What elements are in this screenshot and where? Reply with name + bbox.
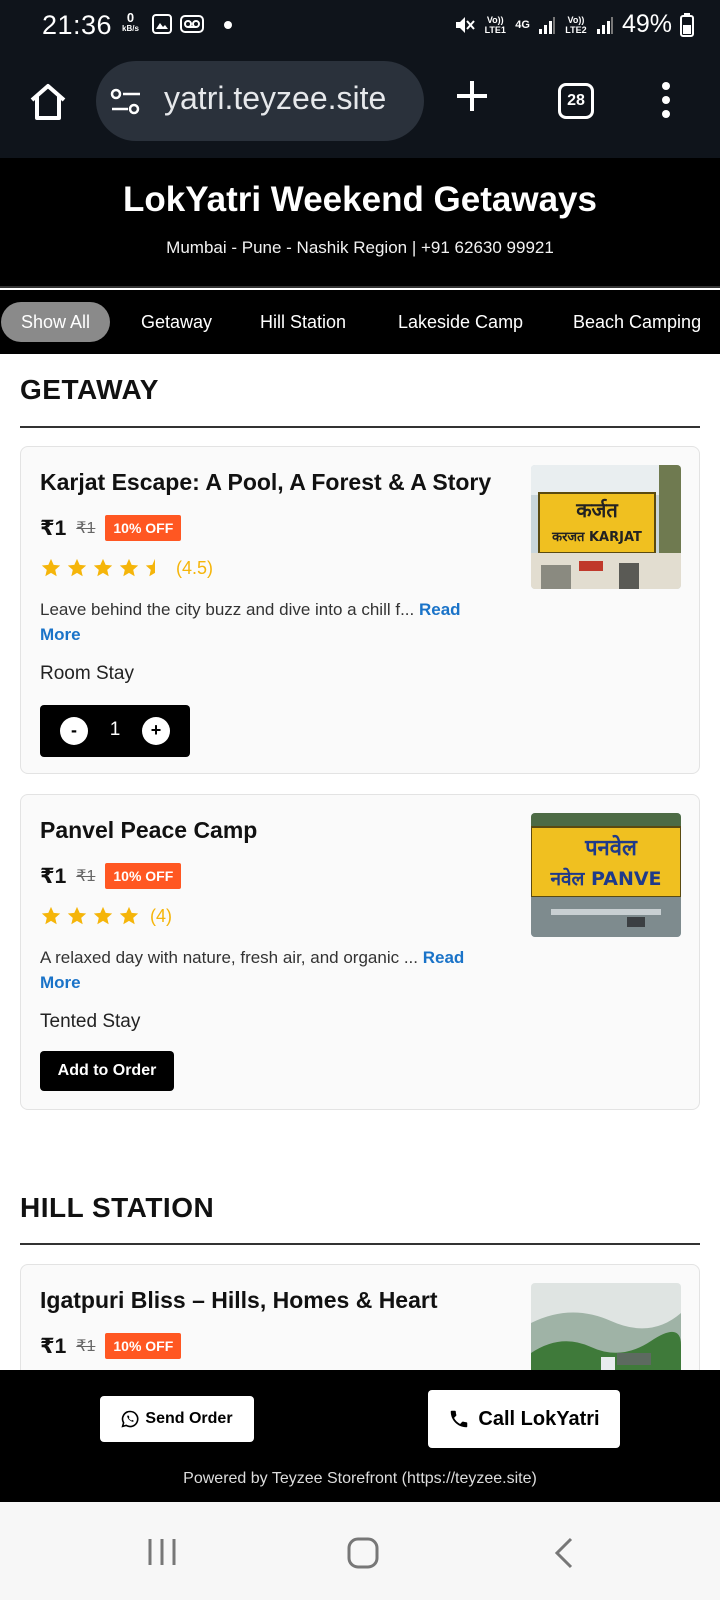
powered-by-text: Powered by Teyzee Storefront (https://te… (183, 1470, 537, 1487)
site-header: LokYatri Weekend Getaways Mumbai - Pune … (0, 158, 720, 288)
sim1-label: Vo)) LTE1 (484, 14, 506, 35)
old-price: ₹1 (76, 868, 96, 885)
product-image[interactable]: कर्जत करजत KARJAT (531, 465, 681, 589)
stay-type: Tented Stay (40, 1011, 141, 1032)
price: ₹1 (40, 1334, 67, 1358)
signal-icon (538, 16, 555, 34)
net-speed-indicator: 0 kB/s (122, 10, 139, 33)
svg-text:नवेल PANVE: नवेल PANVE (549, 867, 661, 890)
star-icon (67, 558, 87, 577)
more-vert-icon[interactable] (660, 82, 672, 124)
call-label: Call LokYatri (478, 1407, 600, 1430)
product-description: Leave behind the city buzz and dive into… (40, 600, 461, 644)
back-icon[interactable] (552, 1536, 576, 1570)
star-icon (41, 558, 61, 577)
discount-badge: 10% OFF (105, 1333, 182, 1359)
star-rating: (4.5) (40, 557, 213, 579)
star-rating: (4) (40, 905, 172, 927)
svg-text:करजत KARJAT: करजत KARJAT (551, 530, 642, 545)
site-subtitle: Mumbai - Pune - Nashik Region | +91 6263… (166, 238, 554, 257)
notification-dot-icon (224, 21, 232, 29)
section-divider (20, 426, 700, 428)
network-type: 4G (515, 18, 530, 31)
product-image[interactable]: पनवेल नवेल PANVE (531, 813, 681, 937)
product-name[interactable]: Karjat Escape: A Pool, A Forest & A Stor… (40, 469, 491, 496)
star-icon (93, 906, 113, 925)
product-card: Panvel Peace Camp ₹1 ₹1 10% OFF (4) A re… (20, 794, 700, 1110)
product-name[interactable]: Panvel Peace Camp (40, 817, 257, 844)
gallery-icon (152, 14, 172, 34)
svg-text:कर्जत: कर्जत (575, 498, 619, 522)
price-row: ₹1 ₹1 10% OFF (40, 515, 182, 541)
karjat-station-photo: कर्जत करजत KARJAT (531, 465, 681, 589)
battery-percent: 49% (621, 10, 672, 38)
tab-switcher-button[interactable]: 28 (558, 83, 594, 119)
category-beach-camping[interactable]: Beach Camping (553, 302, 720, 342)
svg-text:पनवेल: पनवेल (584, 834, 638, 861)
section-title-hill-station: HILL STATION (20, 1192, 215, 1223)
price-row: ₹1 ₹1 10% OFF (40, 1333, 182, 1359)
site-title: LokYatri Weekend Getaways (122, 180, 597, 219)
send-order-label: Send Order (145, 1410, 233, 1427)
voicemail-icon (180, 15, 204, 33)
price: ₹1 (40, 864, 67, 888)
old-price: ₹1 (76, 520, 96, 537)
quantity-stepper: - 1 + (40, 705, 190, 757)
status-time: 21:36 (42, 10, 113, 40)
category-show-all[interactable]: Show All (1, 302, 111, 342)
home-nav-icon[interactable] (346, 1536, 380, 1570)
category-hill-station[interactable]: Hill Station (240, 302, 366, 342)
increment-button[interactable]: + (142, 717, 170, 745)
category-nav: Show All Getaway Hill Station Lakeside C… (0, 290, 720, 354)
system-nav-bar (0, 1502, 720, 1600)
product-card: Karjat Escape: A Pool, A Forest & A Stor… (20, 446, 700, 774)
recent-apps-icon[interactable] (146, 1536, 178, 1568)
phone-icon (451, 1410, 468, 1428)
browser-toolbar: yatri.teyzee.site 28 (0, 52, 720, 158)
plus-icon[interactable] (454, 78, 490, 114)
add-to-order-button[interactable]: Add to Order (40, 1051, 174, 1091)
rating-value: (4.5) (176, 557, 214, 578)
old-price: ₹1 (76, 1338, 96, 1355)
signal-icon (596, 16, 613, 34)
star-icon (93, 558, 113, 577)
status-bar: 21:36 0 kB/s Vo)) LTE1 4G Vo)) LTE2 49% (0, 0, 720, 52)
price: ₹1 (40, 516, 67, 540)
battery-icon (680, 12, 694, 37)
star-half-icon (145, 558, 155, 577)
address-bar[interactable]: yatri.teyzee.site (96, 61, 424, 141)
product-description: A relaxed day with nature, fresh air, an… (40, 948, 465, 992)
section-divider (20, 1243, 700, 1245)
stay-type: Room Stay (40, 663, 134, 684)
call-button[interactable]: Call LokYatri (428, 1390, 620, 1448)
category-lakeside-camp[interactable]: Lakeside Camp (378, 302, 543, 342)
send-order-button[interactable]: Send Order (100, 1396, 254, 1442)
panvel-station-photo: पनवेल नवेल PANVE (531, 813, 681, 937)
order-footer: Send Order Call LokYatri Powered by Teyz… (0, 1370, 720, 1502)
category-getaway[interactable]: Getaway (121, 302, 232, 342)
price-row: ₹1 ₹1 10% OFF (40, 863, 182, 889)
discount-badge: 10% OFF (105, 863, 182, 889)
star-icon (41, 906, 61, 925)
product-name[interactable]: Igatpuri Bliss – Hills, Homes & Heart (40, 1287, 438, 1314)
sim2-label: Vo)) LTE2 (565, 14, 587, 35)
discount-badge: 10% OFF (105, 515, 182, 541)
star-icon (119, 558, 139, 577)
site-settings-icon[interactable] (110, 87, 142, 117)
status-right-group: Vo)) LTE1 4G Vo)) LTE2 49% (453, 10, 694, 39)
home-icon[interactable] (26, 80, 70, 124)
star-icon (67, 906, 87, 925)
rating-value: (4) (150, 905, 172, 926)
section-title-getaway: GETAWAY (20, 374, 159, 405)
star-icon (119, 906, 139, 925)
mute-icon (456, 16, 476, 33)
whatsapp-icon (121, 1410, 139, 1428)
url-text[interactable]: yatri.teyzee.site (164, 80, 386, 117)
